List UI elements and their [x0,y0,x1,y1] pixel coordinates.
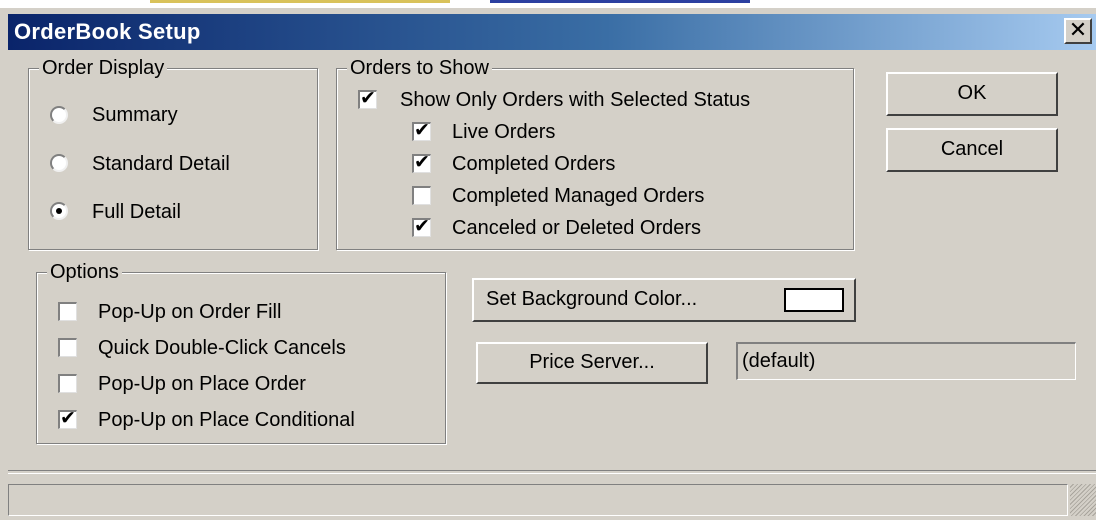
order-display-legend: Order Display [39,56,168,80]
status-bar [8,484,1068,516]
cancel-button-label: Cancel [940,138,1004,160]
separator [8,470,1096,474]
show-only-selected-status-label[interactable]: Show Only Orders with Selected Status [400,88,750,112]
popup-place-order-label[interactable]: Pop-Up on Place Order [98,372,306,396]
ok-button-label: OK [957,82,987,104]
price-server-field[interactable]: (default) [736,342,1076,380]
options-legend: Options [47,260,122,284]
completed-orders-checkbox[interactable]: ✔ [412,152,431,173]
background-color-swatch [784,288,844,312]
popup-order-fill-checkbox[interactable] [58,302,77,321]
set-background-color-label: Set Background Color... [486,288,698,310]
live-orders-checkbox[interactable]: ✔ [412,120,431,141]
quick-double-click-cancels-checkbox[interactable] [58,338,77,357]
set-background-color-button[interactable]: Set Background Color... [472,278,856,322]
check-mark-icon: ✔ [60,408,76,429]
radio-standard-detail[interactable] [50,154,68,172]
close-button[interactable]: ✕ [1064,18,1092,44]
radio-standard-detail-label[interactable]: Standard Detail [92,152,230,176]
popup-place-conditional-label[interactable]: Pop-Up on Place Conditional [98,408,355,432]
background-window-strip [0,0,1096,8]
check-mark-icon: ✔ [414,216,430,237]
close-icon: ✕ [1068,17,1088,42]
ok-button[interactable]: OK [886,72,1058,116]
price-server-value: (default) [742,350,816,372]
orders-to-show-legend: Orders to Show [347,56,492,80]
radio-summary-label[interactable]: Summary [92,103,178,127]
completed-orders-label[interactable]: Completed Orders [452,152,615,176]
completed-managed-orders-label[interactable]: Completed Managed Orders [452,184,704,208]
check-mark-icon: ✔ [414,120,430,141]
popup-place-order-checkbox[interactable] [58,374,77,393]
show-only-selected-status-checkbox[interactable]: ✔ [358,88,377,109]
title-bar[interactable]: OrderBook Setup ✕ [8,14,1096,50]
completed-managed-orders-checkbox[interactable] [412,186,431,205]
price-server-button[interactable]: Price Server... [476,342,708,384]
cancel-button[interactable]: Cancel [886,128,1058,172]
popup-place-conditional-checkbox[interactable]: ✔ [58,408,77,429]
background-strip-blue [490,0,750,3]
background-strip-yellow [150,0,450,3]
canceled-deleted-orders-checkbox[interactable]: ✔ [412,216,431,237]
popup-order-fill-label[interactable]: Pop-Up on Order Fill [98,300,281,324]
radio-summary[interactable] [50,106,68,124]
check-mark-icon: ✔ [414,152,430,173]
radio-selected-dot [56,208,62,214]
live-orders-label[interactable]: Live Orders [452,120,555,144]
radio-full-detail-label[interactable]: Full Detail [92,200,181,224]
price-server-label: Price Server... [529,351,655,373]
canceled-deleted-orders-label[interactable]: Canceled or Deleted Orders [452,216,701,240]
radio-full-detail[interactable] [50,202,68,220]
window-title: OrderBook Setup [14,19,201,44]
check-mark-icon: ✔ [360,88,376,109]
resize-grip[interactable] [1070,484,1096,516]
quick-double-click-cancels-label[interactable]: Quick Double-Click Cancels [98,336,346,360]
